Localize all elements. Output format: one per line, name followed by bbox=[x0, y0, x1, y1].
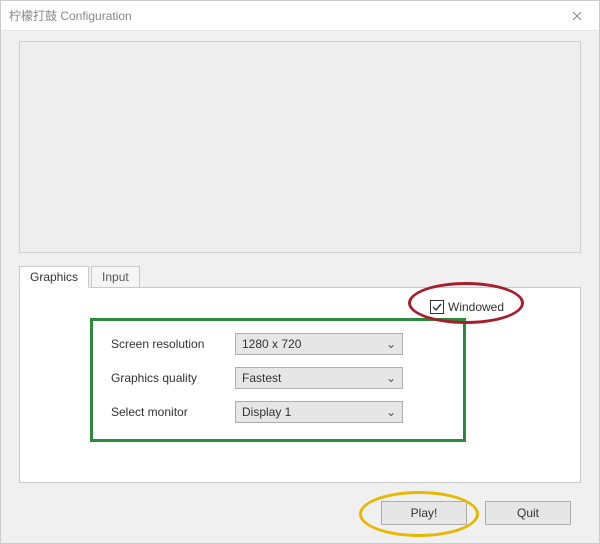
tab-input[interactable]: Input bbox=[91, 266, 140, 288]
chevron-down-icon: ⌄ bbox=[386, 371, 396, 385]
windowed-checkbox[interactable] bbox=[430, 300, 444, 314]
resolution-label: Screen resolution bbox=[111, 337, 235, 351]
play-button[interactable]: Play! bbox=[381, 501, 467, 525]
chevron-down-icon: ⌄ bbox=[386, 405, 396, 419]
row-monitor: Select monitor Display 1 ⌄ bbox=[111, 401, 445, 423]
resolution-select[interactable]: 1280 x 720 ⌄ bbox=[235, 333, 403, 355]
titlebar: 柠檬打鼓 Configuration bbox=[1, 1, 599, 31]
quality-select[interactable]: Fastest ⌄ bbox=[235, 367, 403, 389]
monitor-value: Display 1 bbox=[242, 405, 291, 419]
quality-value: Fastest bbox=[242, 371, 281, 385]
tab-panel-graphics: Screen resolution 1280 x 720 ⌄ Graphics … bbox=[19, 287, 581, 483]
tab-graphics[interactable]: Graphics bbox=[19, 266, 89, 288]
windowed-label: Windowed bbox=[448, 300, 504, 314]
graphics-settings-group: Screen resolution 1280 x 720 ⌄ Graphics … bbox=[90, 318, 466, 442]
tabs-container: Graphics Input Screen resolution 1280 x … bbox=[19, 265, 581, 483]
chevron-down-icon: ⌄ bbox=[386, 337, 396, 351]
row-quality: Graphics quality Fastest ⌄ bbox=[111, 367, 445, 389]
windowed-option[interactable]: Windowed bbox=[420, 296, 514, 318]
close-icon bbox=[572, 11, 582, 21]
resolution-value: 1280 x 720 bbox=[242, 337, 301, 351]
window-title: 柠檬打鼓 Configuration bbox=[9, 7, 132, 24]
quality-label: Graphics quality bbox=[111, 371, 235, 385]
monitor-select[interactable]: Display 1 ⌄ bbox=[235, 401, 403, 423]
button-row: Play! Quit bbox=[381, 501, 571, 525]
row-resolution: Screen resolution 1280 x 720 ⌄ bbox=[111, 333, 445, 355]
config-window: 柠檬打鼓 Configuration Graphics Input Screen… bbox=[0, 0, 600, 544]
preview-panel bbox=[19, 41, 581, 253]
close-button[interactable] bbox=[554, 1, 599, 31]
monitor-label: Select monitor bbox=[111, 405, 235, 419]
quit-button[interactable]: Quit bbox=[485, 501, 571, 525]
checkmark-icon bbox=[432, 302, 442, 312]
tabstrip: Graphics Input bbox=[19, 265, 581, 287]
